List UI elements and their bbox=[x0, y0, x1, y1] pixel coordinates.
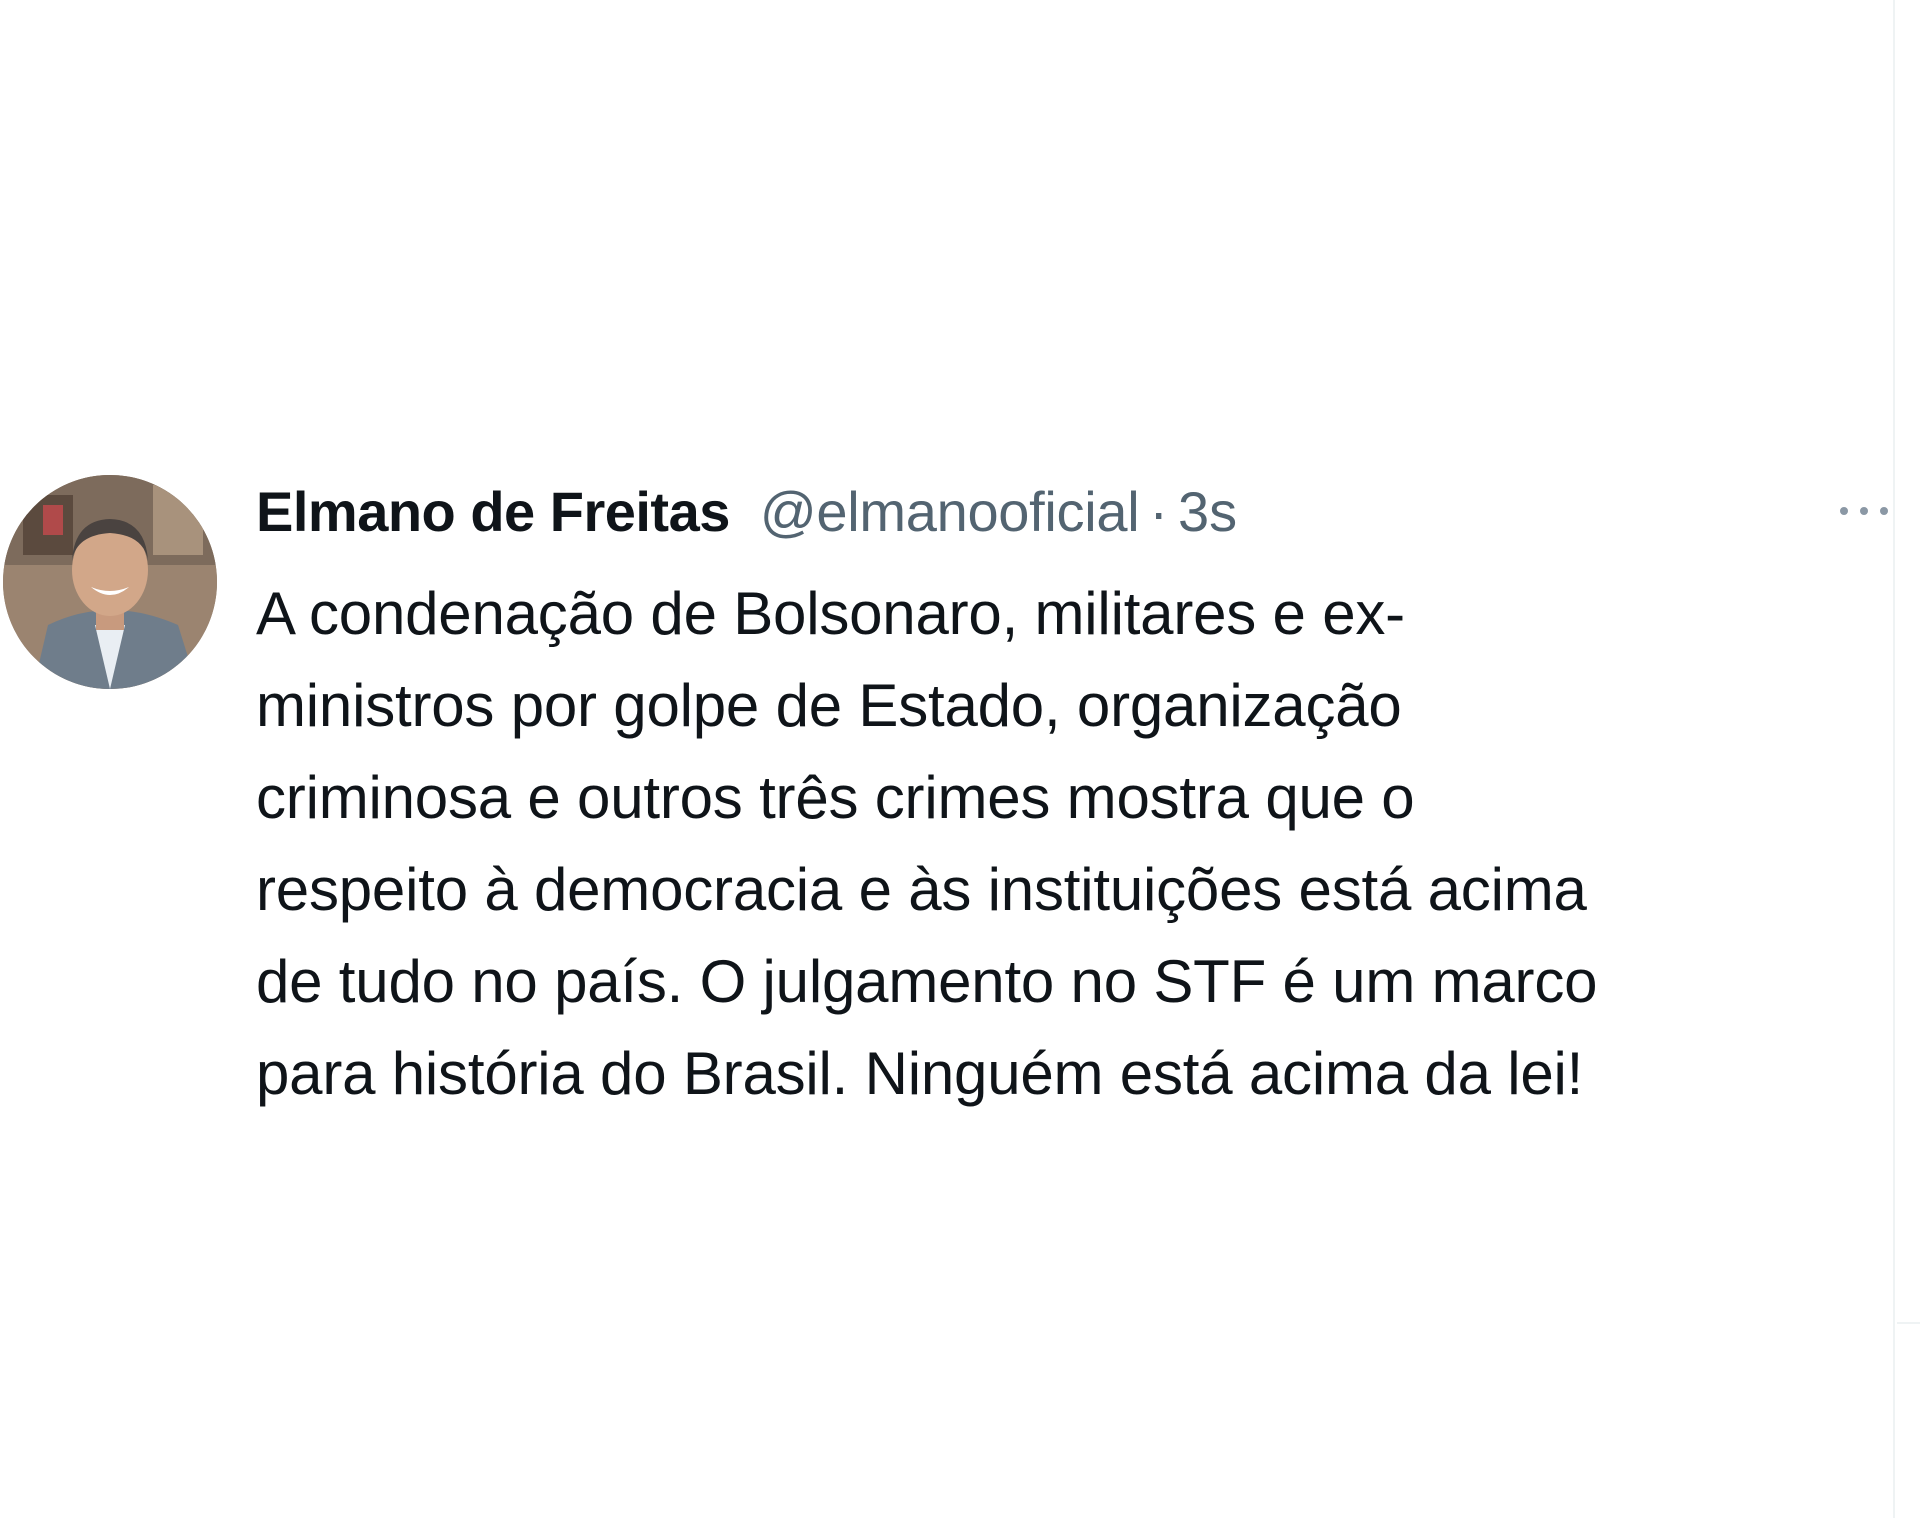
author-display-name[interactable]: Elmano de Freitas bbox=[256, 479, 730, 544]
tweet-timestamp[interactable]: 3s bbox=[1178, 479, 1237, 544]
dot-icon bbox=[1860, 507, 1868, 515]
tweet-text-line: criminosa e outros três crimes mostra qu… bbox=[256, 764, 1415, 831]
avatar[interactable] bbox=[3, 475, 217, 689]
dot-icon bbox=[1880, 507, 1888, 515]
more-options-icon[interactable] bbox=[1840, 496, 1888, 526]
tweet-text-line: respeito à democracia e às instituições … bbox=[256, 856, 1587, 923]
tweet-text-line: de tudo no país. O julgamento no STF é u… bbox=[256, 948, 1598, 1015]
tweet-text: A condenação de Bolsonaro, militares e e… bbox=[256, 568, 1896, 1120]
tweet-text-line: ministros por golpe de Estado, organizaç… bbox=[256, 672, 1402, 739]
tweet-text-line: para história do Brasil. Ninguém está ac… bbox=[256, 1040, 1584, 1107]
author-handle[interactable]: @elmanooficial bbox=[760, 479, 1140, 544]
tweet-text-line: A condenação de Bolsonaro, militares e e… bbox=[256, 580, 1405, 647]
dot-icon bbox=[1840, 507, 1848, 515]
row-divider bbox=[1897, 1322, 1920, 1324]
header-separator: · bbox=[1149, 479, 1169, 543]
tweet-header: Elmano de Freitas @elmanooficial · 3s bbox=[256, 474, 1237, 548]
profile-photo-icon bbox=[3, 475, 217, 689]
